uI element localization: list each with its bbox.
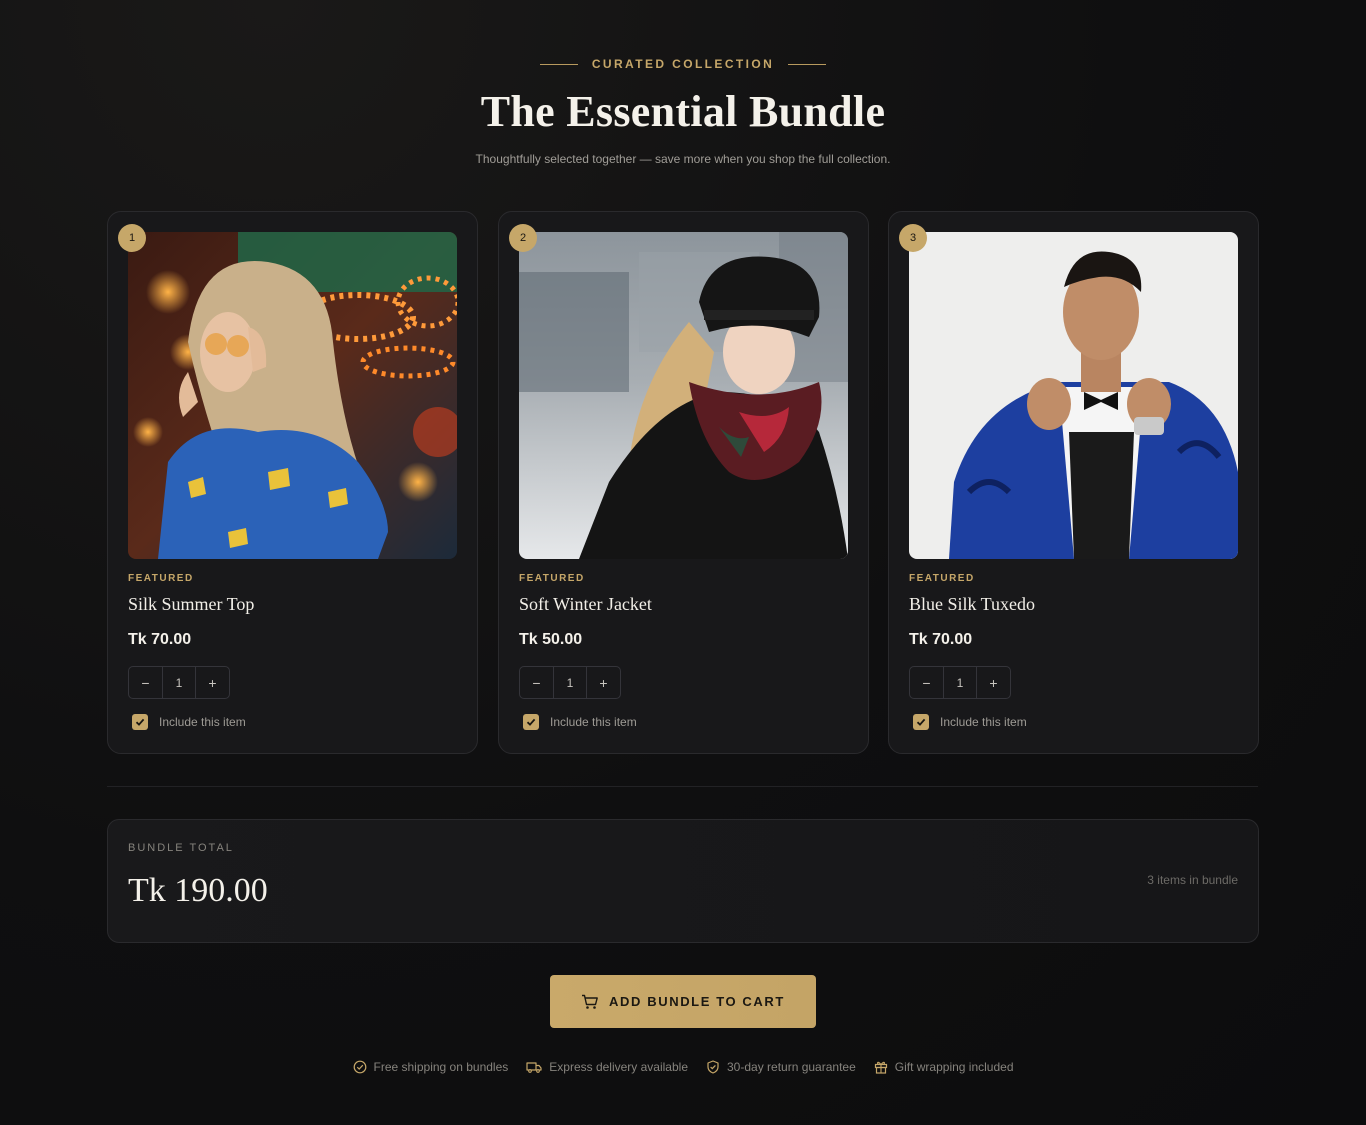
quantity-value[interactable]: 1 [943,667,977,698]
include-label: Include this item [940,715,1027,729]
product-image[interactable] [519,232,848,559]
include-checkbox[interactable] [523,714,539,730]
section-divider [107,786,1258,787]
include-label: Include this item [159,715,246,729]
perk-label: Gift wrapping included [894,1060,1014,1074]
perk-free-shipping: Free shipping on bundles [353,1060,509,1074]
decrease-quantity-button[interactable]: − [129,667,162,698]
bundle-total-amount: Tk 190.00 [128,872,268,909]
perk-label: Express delivery available [549,1060,688,1074]
check-circle-icon [353,1060,366,1074]
checkmark-icon [526,718,536,726]
product-card-3: 3 FEATURED Blue Silk Tuxedo Tk 70.00 − 1… [888,211,1259,754]
perk-return-guarantee: 30-day return guarantee [706,1060,856,1074]
product-index-badge: 1 [118,224,146,252]
increase-quantity-button[interactable]: + [587,667,620,698]
quantity-stepper: − 1 + [909,666,1011,699]
decrease-quantity-button[interactable]: − [520,667,553,698]
product-name[interactable]: Silk Summer Top [128,594,254,615]
product-card-2: 2 FEATURED Soft Winter Jacket Tk 50.00 −… [498,211,869,754]
eyebrow-text: CURATED COLLECTION [591,57,775,71]
bundle-total-label: BUNDLE TOTAL [128,842,234,854]
product-price: Tk 70.00 [128,631,192,648]
perk-label: 30-day return guarantee [727,1060,856,1074]
checkmark-icon [135,718,145,726]
product-image[interactable] [128,232,457,559]
add-bundle-label: ADD BUNDLE TO CART [609,994,785,1009]
quantity-value[interactable]: 1 [553,667,587,698]
quantity-stepper: − 1 + [128,666,230,699]
product-tag: FEATURED [519,573,585,584]
increase-quantity-button[interactable]: + [196,667,229,698]
product-card-1: 1 FEATURED Silk Summer Top Tk 70.00 − 1 … [107,211,478,754]
bundle-item-count: 3 items in bundle [1147,873,1238,887]
product-price: Tk 70.00 [909,631,973,648]
perk-express-delivery: Express delivery available [526,1060,688,1074]
gift-icon [874,1061,887,1074]
include-item-toggle[interactable]: Include this item [132,714,246,730]
include-checkbox[interactable] [132,714,148,730]
perk-gift-wrapping: Gift wrapping included [874,1060,1014,1074]
page-subtitle: Thoughtfully selected together — save mo… [475,152,891,166]
truck-icon [526,1062,542,1073]
product-name[interactable]: Soft Winter Jacket [519,594,652,615]
add-bundle-to-cart-button[interactable]: ADD BUNDLE TO CART [550,975,816,1028]
decrease-quantity-button[interactable]: − [910,667,943,698]
product-name[interactable]: Blue Silk Tuxedo [909,594,1035,615]
product-tag: FEATURED [909,573,975,584]
include-checkbox[interactable] [913,714,929,730]
eyebrow: CURATED COLLECTION [0,57,1366,71]
include-label: Include this item [550,715,637,729]
checkmark-icon [916,718,926,726]
product-tag: FEATURED [128,573,194,584]
increase-quantity-button[interactable]: + [977,667,1010,698]
product-image[interactable] [909,232,1238,559]
quantity-stepper: − 1 + [519,666,621,699]
shield-check-icon [707,1060,719,1074]
product-price: Tk 50.00 [519,631,583,648]
eyebrow-line-right [788,63,827,65]
bundle-page: CURATED COLLECTION The Essential Bundle … [0,0,1366,1125]
product-index-badge: 3 [899,224,927,252]
page-title: The Essential Bundle [480,87,886,136]
perks-row: Free shipping on bundles Express deliver… [0,1060,1366,1074]
perk-label: Free shipping on bundles [373,1060,509,1074]
cart-icon [582,994,598,1009]
quantity-value[interactable]: 1 [162,667,196,698]
bundle-total-panel: BUNDLE TOTAL Tk 190.00 3 items in bundle [107,819,1259,943]
product-index-badge: 2 [509,224,537,252]
eyebrow-line-left [539,63,578,65]
include-item-toggle[interactable]: Include this item [913,714,1027,730]
include-item-toggle[interactable]: Include this item [523,714,637,730]
